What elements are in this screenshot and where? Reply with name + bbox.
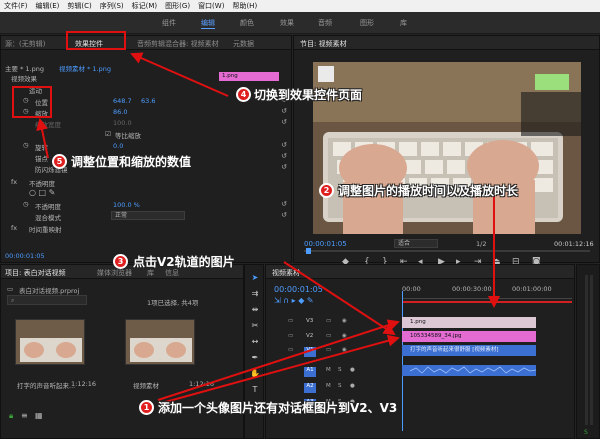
annotation-3-badge: 3 [113,254,128,269]
annotation-2-badge: 2 [319,183,334,198]
annotation-5-text: 调整位置和缩放的数值 [71,155,192,169]
annotation-1-text: 添加一个头像图片还有对话框图片到V2、V3 [158,401,398,415]
annotation-4-text: 切换到效果控件页面 [254,88,363,102]
annotation-5-badge: 5 [52,154,67,169]
annotation-arrows [36,52,500,405]
annotation-4-badge: 4 [236,87,251,102]
annotation-1-badge: 1 [139,400,154,415]
annotation-3-text: 点击V2轨道的图片 [133,255,235,269]
annotation-2-text: 调整图片的播放时间以及播放时长 [338,184,519,198]
